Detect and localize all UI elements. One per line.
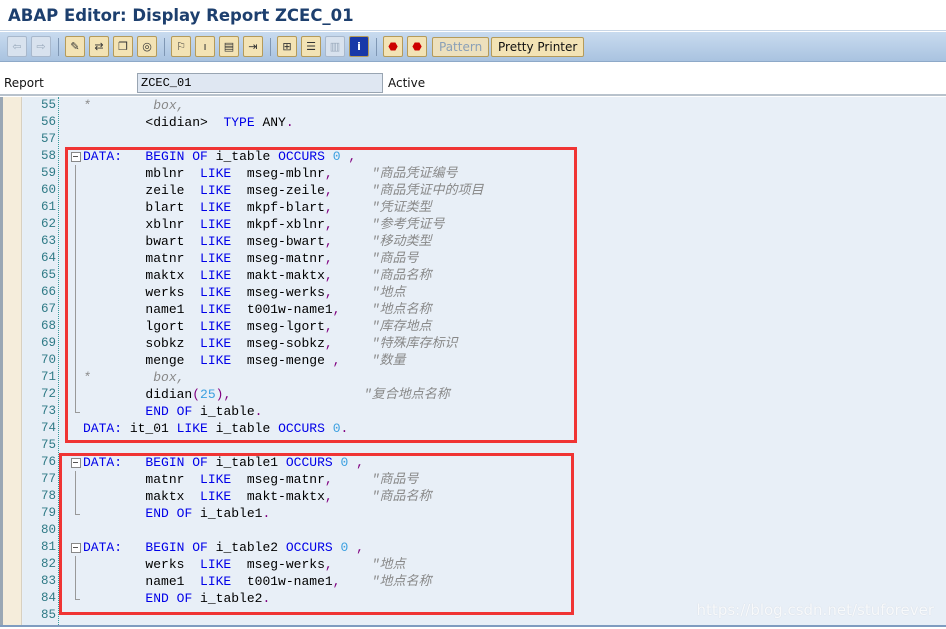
other-object-icon[interactable]: ❐ [113, 36, 133, 57]
line-number: 70 [40, 353, 56, 367]
comment-line: * box, [83, 98, 185, 113]
report-header: Report ZCEC_01 Active [0, 64, 946, 96]
line-number: 76 [40, 455, 56, 469]
code-line[interactable]: 56 <didian> TYPE ANY. [3, 114, 946, 131]
report-status: Active [388, 76, 426, 90]
code-text: * box, [83, 97, 184, 114]
window-title: ABAP Editor: Display Report ZCEC_01 [8, 6, 354, 25]
line-number: 55 [40, 98, 56, 112]
punctuation: . [285, 115, 294, 130]
highlight-box-i-table1-2 [59, 453, 574, 615]
line-number: 81 [40, 540, 56, 554]
line-number: 74 [40, 421, 56, 435]
code-line[interactable]: 55 * box, [3, 97, 946, 114]
toolbar-separator [58, 38, 59, 56]
title-bar: ABAP Editor: Display Report ZCEC_01 [0, 0, 946, 31]
line-number: 58 [40, 149, 56, 163]
line-number: 84 [40, 591, 56, 605]
hierarchy-icon[interactable]: ⊞ [277, 36, 297, 57]
code-line[interactable]: 57 [3, 131, 946, 148]
line-number: 75 [40, 438, 56, 452]
watermark: https://blog.csdn.net/stuforever [696, 601, 934, 619]
forward-icon[interactable]: ⇨ [31, 36, 51, 57]
line-number: 65 [40, 268, 56, 282]
check-icon[interactable]: ◎ [137, 36, 157, 57]
toolbar-separator [376, 38, 377, 56]
line-number: 69 [40, 336, 56, 350]
line-number: 68 [40, 319, 56, 333]
code-text: <didian> TYPE ANY. [83, 114, 294, 131]
display-object-list-icon[interactable]: ▤ [219, 36, 239, 57]
line-number: 80 [40, 523, 56, 537]
line-number: 85 [40, 608, 56, 622]
toolbar-separator [270, 38, 271, 56]
line-number: 61 [40, 200, 56, 214]
line-number: 79 [40, 506, 56, 520]
line-number: 60 [40, 183, 56, 197]
keyword: TYPE [223, 115, 255, 130]
set-session-breakpoint-icon[interactable]: ⬣ [407, 36, 427, 57]
line-number: 71 [40, 370, 56, 384]
split-screen-icon[interactable]: ▥ [325, 36, 345, 57]
identifier: <didian> [83, 115, 224, 130]
line-number: 83 [40, 574, 56, 588]
navigation-window-icon[interactable]: ⇥ [243, 36, 263, 57]
line-number: 64 [40, 251, 56, 265]
enhance-icon[interactable]: ☰ [301, 36, 321, 57]
pattern-button[interactable]: Pattern [432, 37, 490, 57]
line-number: 66 [40, 285, 56, 299]
highlight-box-i-table [65, 147, 577, 443]
active-inactive-icon[interactable]: ⇄ [89, 36, 109, 57]
report-name-field[interactable]: ZCEC_01 [137, 73, 383, 93]
back-icon[interactable]: ⇦ [7, 36, 27, 57]
line-number: 63 [40, 234, 56, 248]
line-number: 57 [40, 132, 56, 146]
line-number: 72 [40, 387, 56, 401]
set-breakpoint-icon[interactable]: ⬣ [383, 36, 403, 57]
info-icon[interactable]: i [349, 36, 369, 57]
where-used-icon[interactable]: ı [195, 36, 215, 57]
line-number: 67 [40, 302, 56, 316]
report-label: Report [4, 76, 44, 90]
line-number: 56 [40, 115, 56, 129]
toolbar-separator [164, 38, 165, 56]
line-number: 62 [40, 217, 56, 231]
bottom-border [0, 625, 946, 629]
line-number: 59 [40, 166, 56, 180]
line-number: 77 [40, 472, 56, 486]
line-number: 78 [40, 489, 56, 503]
application-toolbar: ⇦ ⇨ ✎ ⇄ ❐ ◎ ⚐ ı ▤ ⇥ ⊞ ☰ ▥ i ⬣ ⬣ Pattern … [0, 32, 946, 62]
activate-icon[interactable]: ⚐ [171, 36, 191, 57]
pretty-printer-button[interactable]: Pretty Printer [491, 37, 585, 57]
line-number: 73 [40, 404, 56, 418]
code-editor[interactable]: 55 * box, 56 <didian> TYPE ANY. 57 58 DATA: B… [0, 97, 946, 625]
identifier: ANY [254, 115, 286, 130]
line-number: 82 [40, 557, 56, 571]
edit-toggle-icon[interactable]: ✎ [65, 36, 85, 57]
